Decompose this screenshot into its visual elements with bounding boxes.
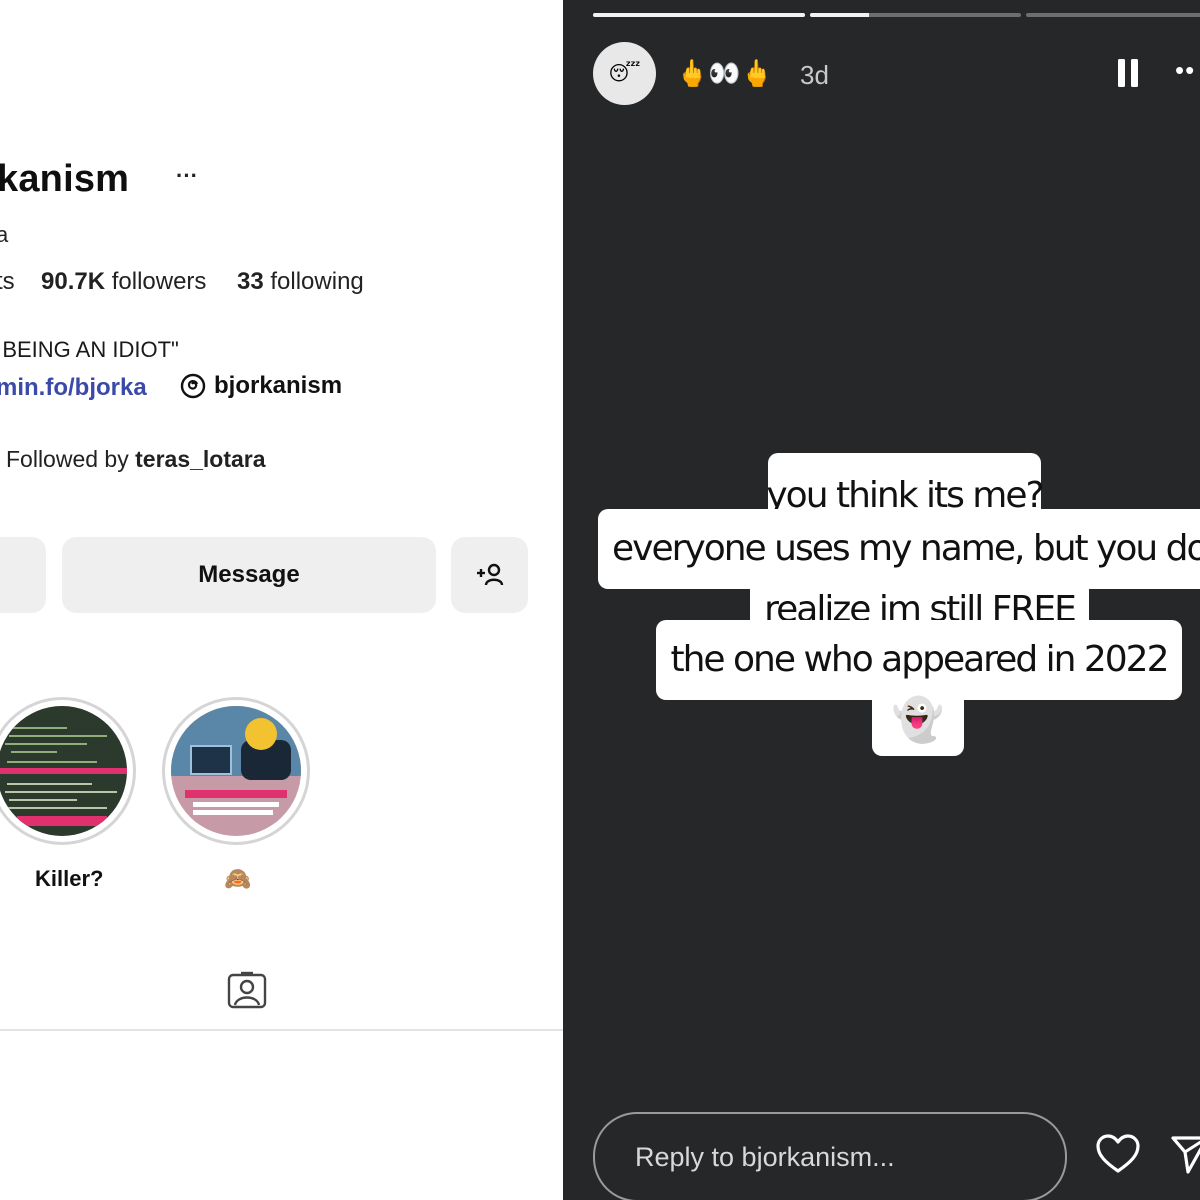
add-person-icon bbox=[476, 563, 503, 586]
reply-placeholder: Reply to bjorkanism... bbox=[635, 1142, 895, 1172]
caption-line-text: everyone uses my name, but you don bbox=[612, 528, 1200, 569]
profile-options-button[interactable]: ··· bbox=[176, 163, 198, 189]
caption-line-text: the one who appeared in 2022 bbox=[670, 639, 1170, 680]
followers-label: followers bbox=[111, 268, 207, 295]
highlight-killer[interactable] bbox=[0, 697, 136, 845]
add-user-button[interactable] bbox=[451, 537, 528, 613]
profile-bio: ' BEING AN IDIOT" bbox=[0, 337, 179, 362]
caption-line: everyone uses my name, but you don bbox=[598, 509, 1200, 589]
highlight-label: 🙈 bbox=[224, 866, 252, 891]
reply-input[interactable]: Reply to bjorkanism... bbox=[593, 1112, 1067, 1200]
highlight-thumbnail bbox=[0, 706, 127, 836]
send-icon bbox=[1171, 1136, 1200, 1174]
follow-button[interactable] bbox=[0, 537, 46, 613]
tagged-person-icon bbox=[227, 971, 267, 1009]
following-stat[interactable]: 33 following bbox=[237, 268, 364, 296]
caption-line: 👻 bbox=[872, 684, 964, 756]
profile-link[interactable]: min.fo/bjorka bbox=[0, 374, 147, 402]
highlight-see-no-evil[interactable] bbox=[162, 697, 310, 845]
followed-by[interactable]: Followed by teras_lotara bbox=[6, 446, 266, 473]
profile-name-fragment: a bbox=[0, 222, 9, 247]
followed-by-user: teras_lotara bbox=[135, 446, 266, 472]
tagged-tab[interactable] bbox=[226, 970, 268, 1015]
followers-count: 90.7K bbox=[41, 268, 106, 295]
tab-divider bbox=[0, 1029, 563, 1031]
followers-stat[interactable]: 90.7K followers bbox=[41, 268, 206, 296]
message-button[interactable]: Message bbox=[62, 537, 436, 613]
threads-icon bbox=[180, 373, 206, 399]
heart-icon bbox=[1096, 1134, 1140, 1173]
followed-by-prefix: Followed by bbox=[6, 446, 129, 472]
profile-username: rkanism bbox=[0, 158, 130, 200]
like-button[interactable] bbox=[1095, 1133, 1141, 1180]
following-label: following bbox=[270, 268, 364, 295]
threads-handle: bjorkanism bbox=[214, 372, 343, 399]
story-viewer: 😴 🖕👀🖕 3d •• you think its me? everyone u… bbox=[563, 0, 1200, 1200]
highlight-label: Killer? bbox=[35, 866, 104, 891]
share-button[interactable] bbox=[1170, 1132, 1200, 1181]
highlight-thumbnail bbox=[171, 706, 301, 836]
following-count: 33 bbox=[237, 268, 264, 295]
profile-panel: rkanism ··· a ts 90.7K followers 33 foll… bbox=[0, 0, 563, 1200]
ghost-emoji: 👻 bbox=[891, 695, 945, 744]
posts-count-fragment[interactable]: ts bbox=[0, 268, 15, 296]
story-caption: you think its me? everyone uses my name,… bbox=[563, 0, 1200, 1200]
threads-link[interactable]: bjorkanism bbox=[180, 372, 342, 400]
